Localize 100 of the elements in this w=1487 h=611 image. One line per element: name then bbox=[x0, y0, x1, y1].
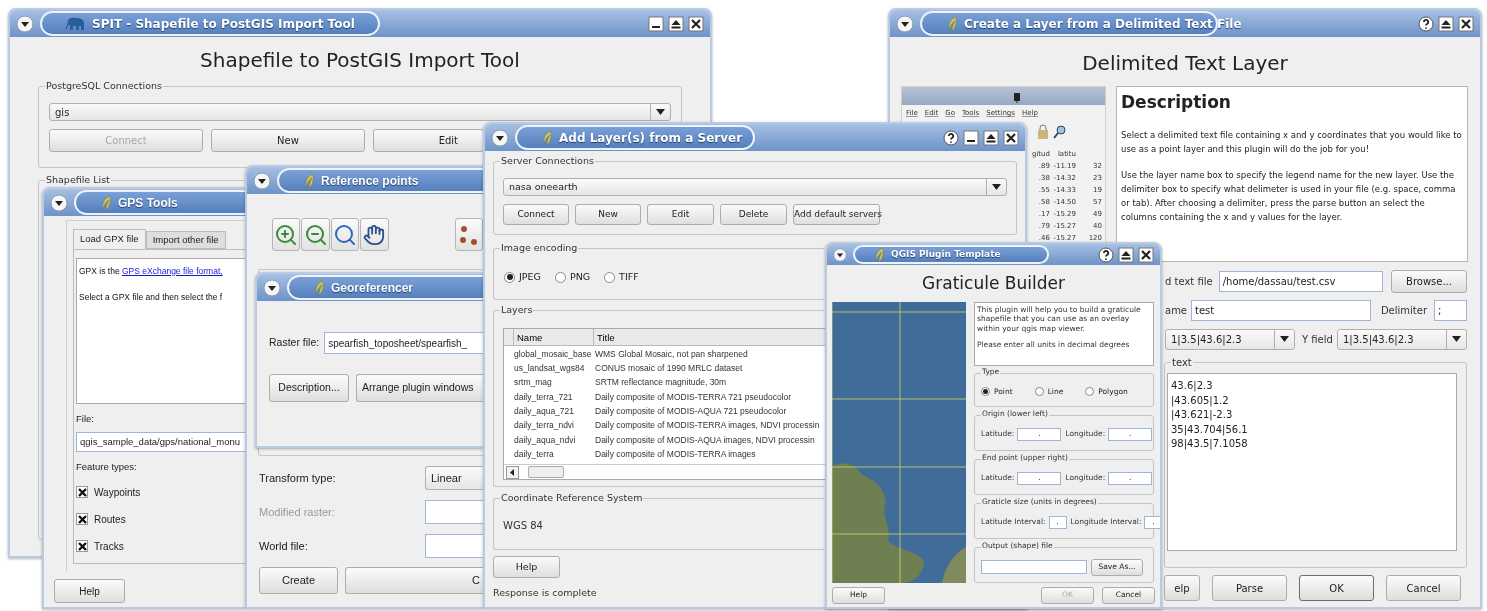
table-cell[interactable]: Daily composite of MODIS-AQUA 721 pseudocolor bbox=[595, 404, 787, 418]
table-cell[interactable]: daily_terra_721 bbox=[514, 391, 573, 402]
minimize-icon[interactable] bbox=[648, 15, 664, 32]
help-button[interactable]: Help bbox=[54, 579, 125, 603]
window-title: QGIS Plugin Template bbox=[891, 247, 1001, 261]
zoom-in-icon bbox=[274, 222, 299, 247]
connect-button[interactable]: Connect bbox=[503, 204, 569, 225]
table-cell[interactable]: us_landsat_wgs84 bbox=[514, 363, 585, 374]
world-file-field[interactable] bbox=[425, 534, 483, 558]
server-dropdown[interactable]: nasa oneearth bbox=[503, 178, 1007, 196]
modified-raster-field[interactable] bbox=[425, 500, 483, 524]
table-cell[interactable]: SRTM reflectance magnitude, 30m bbox=[595, 376, 727, 390]
cancel-button[interactable]: Cancel bbox=[1386, 575, 1461, 601]
add-point-button[interactable] bbox=[454, 218, 483, 251]
table-cell[interactable]: Daily composite of MODIS-TERRA 721 pseudocolor bbox=[595, 390, 792, 404]
new-button[interactable]: New bbox=[211, 129, 365, 152]
table-cell[interactable]: daily_aqua_ndvi bbox=[514, 434, 576, 445]
maximize-icon[interactable] bbox=[668, 15, 684, 32]
close-icon[interactable] bbox=[1138, 246, 1154, 263]
file-path-field[interactable]: qgis_sample_data/gps/national_monu bbox=[76, 432, 245, 453]
scroll-left-icon[interactable] bbox=[506, 465, 519, 479]
delete-button[interactable]: Delete bbox=[720, 204, 787, 225]
close-icon[interactable] bbox=[1458, 15, 1474, 32]
sample-line: |43.605|1.2 bbox=[1171, 393, 1229, 408]
x-field-dropdown[interactable]: 1|3.5|43.6|2.3 bbox=[1165, 328, 1295, 350]
table-cell[interactable]: Daily composite of MODIS-TERRA images, NDVI processin bbox=[595, 419, 820, 432]
window-menu-icon[interactable] bbox=[253, 171, 271, 190]
scroll-thumb[interactable] bbox=[528, 466, 564, 479]
status-text: Response is complete bbox=[493, 586, 597, 600]
ok-button[interactable]: OK bbox=[1299, 575, 1374, 601]
table-cell[interactable]: srtm_mag bbox=[514, 377, 552, 388]
description-button[interactable]: Description... bbox=[269, 374, 349, 402]
dialog-heading: Shapefile to PostGIS Import Tool bbox=[200, 47, 520, 74]
help-icon[interactable] bbox=[1418, 15, 1434, 32]
minimize-icon[interactable] bbox=[963, 129, 979, 146]
pan-button[interactable] bbox=[360, 218, 389, 251]
window-title: Add Layer(s) from a Server bbox=[559, 129, 743, 147]
window-menu-icon[interactable] bbox=[50, 193, 68, 212]
leaf-icon bbox=[541, 129, 553, 146]
dialog-button[interactable]: C bbox=[345, 567, 483, 594]
help-icon[interactable] bbox=[1098, 246, 1114, 263]
sample-line: |43.621|-2.3 bbox=[1171, 408, 1233, 423]
maximize-icon[interactable] bbox=[983, 129, 999, 146]
table-cell[interactable]: Daily composite of MODIS-TERRA images bbox=[595, 447, 756, 461]
output-file-field[interactable] bbox=[981, 560, 1087, 574]
table-cell[interactable]: WMS Global Mosaic, not pan sharpened bbox=[595, 347, 748, 361]
close-icon[interactable] bbox=[688, 15, 704, 32]
table-cell[interactable]: Daily composite of MODIS-AQUA images, NDVI processin bbox=[595, 433, 815, 447]
table-cell[interactable]: daily_terra bbox=[514, 448, 554, 459]
zoom-layer-button[interactable] bbox=[330, 218, 360, 251]
add-default-servers-button[interactable]: Add default servers bbox=[793, 204, 880, 225]
layer-name-field[interactable]: test bbox=[1191, 299, 1372, 321]
checkbox-option[interactable]: Waypoints bbox=[76, 484, 141, 500]
table-cell[interactable]: daily_aqua_721 bbox=[514, 405, 575, 416]
radio-option[interactable]: TIFF bbox=[604, 270, 639, 285]
maximize-icon[interactable] bbox=[1118, 246, 1134, 263]
window-menu-icon[interactable] bbox=[491, 128, 509, 147]
column-header: Name bbox=[514, 329, 594, 345]
window-menu-icon[interactable] bbox=[263, 278, 281, 297]
cross-icon bbox=[77, 514, 87, 524]
help-button[interactable]: elp bbox=[1164, 575, 1200, 601]
maximize-icon[interactable] bbox=[1438, 15, 1454, 32]
edit-button[interactable]: Edit bbox=[373, 129, 484, 152]
file-path-field[interactable]: /home/dassau/test.csv bbox=[1218, 270, 1383, 292]
zoom-out-button[interactable] bbox=[301, 218, 330, 251]
checkbox-option[interactable]: Tracks bbox=[76, 538, 124, 554]
checkbox-option[interactable]: Routes bbox=[76, 511, 126, 527]
hand-icon bbox=[363, 223, 386, 246]
transform-dropdown[interactable]: Linear bbox=[425, 466, 483, 490]
parse-button[interactable]: Parse bbox=[1212, 575, 1287, 601]
y-field-dropdown[interactable]: 1|3.5|43.6|2.3 bbox=[1337, 328, 1467, 350]
create-button[interactable]: Create bbox=[259, 567, 338, 594]
tab[interactable]: Import other file bbox=[145, 231, 226, 249]
new-button[interactable]: New bbox=[575, 204, 641, 225]
raster-file-field[interactable]: spearfish_toposheet/spearfish_ bbox=[324, 332, 483, 354]
tab[interactable]: Load GPX file bbox=[73, 229, 146, 249]
zoom-out-icon bbox=[303, 222, 328, 247]
edit-button[interactable]: Edit bbox=[647, 204, 714, 225]
radio-option[interactable]: PNG bbox=[554, 270, 591, 285]
table-cell[interactable]: global_mosaic_base bbox=[514, 348, 592, 359]
browse-button[interactable]: Browse... bbox=[1391, 269, 1467, 293]
group-label: Coordinate Reference System bbox=[500, 491, 644, 506]
delimiter-field[interactable]: ; bbox=[1434, 299, 1467, 321]
arrange-windows-button[interactable]: Arrange plugin windows bbox=[356, 374, 483, 402]
help-icon[interactable] bbox=[943, 129, 959, 146]
zoom-in-button[interactable] bbox=[272, 218, 301, 251]
close-icon[interactable] bbox=[1003, 129, 1019, 146]
radio-option[interactable]: JPEG bbox=[504, 270, 541, 285]
window-menu-icon[interactable] bbox=[16, 14, 34, 33]
connection-dropdown[interactable]: gis bbox=[49, 103, 671, 121]
format-link[interactable]: GPS eXchange file format, bbox=[122, 266, 223, 276]
window-menu-icon[interactable] bbox=[896, 14, 914, 33]
table-cell[interactable]: CONUS mosaic of 1990 MRLC dataset bbox=[595, 362, 743, 375]
table-cell[interactable]: daily_terra_ndvi bbox=[514, 420, 574, 431]
help-button[interactable]: Help bbox=[493, 556, 560, 578]
dropdown-arrow-icon bbox=[1452, 336, 1461, 342]
window-menu-icon[interactable] bbox=[833, 247, 847, 262]
description-title: Description bbox=[1121, 91, 1232, 114]
horizontal-scrollbar[interactable] bbox=[504, 464, 825, 480]
field-label: Modified raster: bbox=[259, 504, 336, 520]
